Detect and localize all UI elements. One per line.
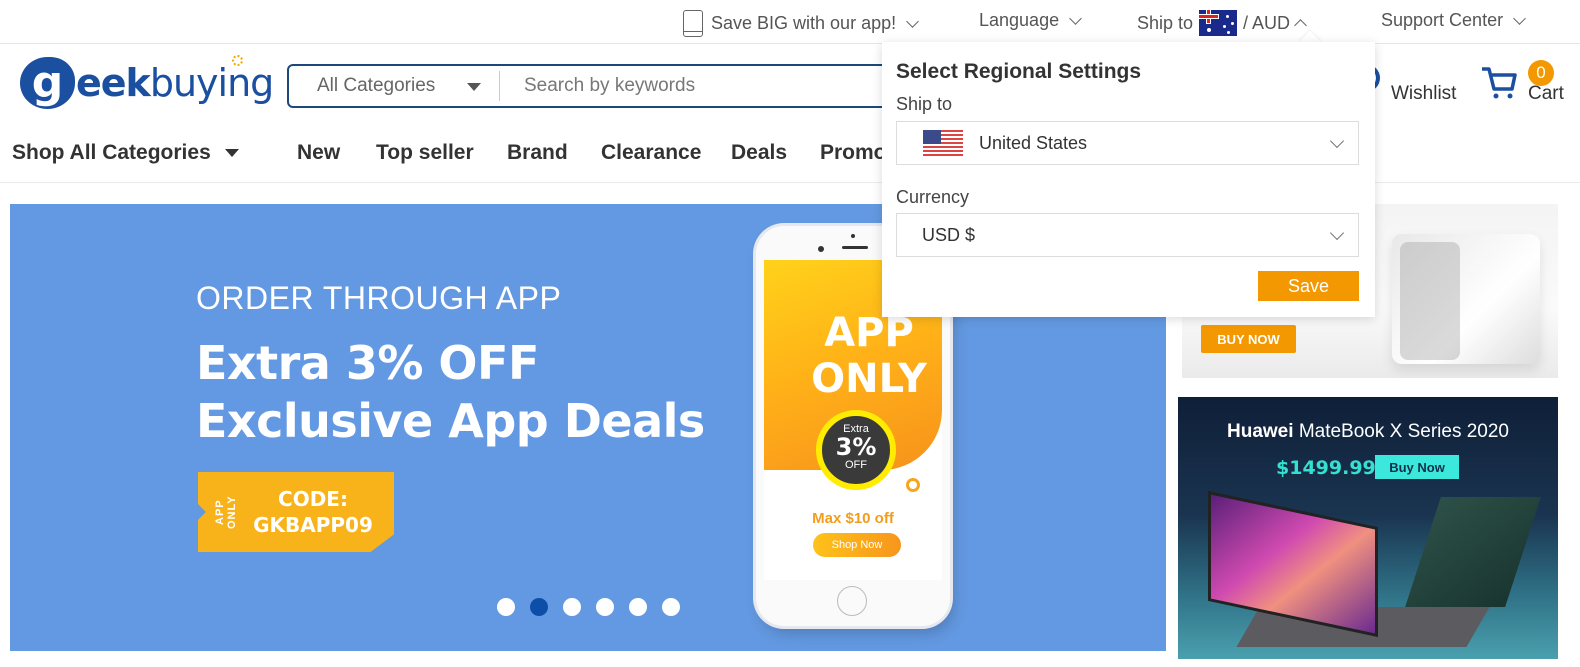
currency-label: / AUD bbox=[1243, 12, 1291, 33]
carousel-dot[interactable] bbox=[497, 598, 515, 616]
language-label: Language bbox=[979, 10, 1060, 30]
carousel-dot[interactable] bbox=[596, 598, 614, 616]
discount-badge: Extra 3% OFF bbox=[816, 410, 896, 490]
nav-clearance[interactable]: Clearance bbox=[601, 141, 701, 165]
search-input[interactable] bbox=[500, 66, 925, 106]
category-select-value: All Categories bbox=[317, 75, 436, 96]
chevron-down-icon bbox=[1329, 133, 1345, 149]
nav-deals[interactable]: Deals bbox=[731, 141, 787, 165]
ship-to-select[interactable]: United States bbox=[896, 121, 1359, 165]
tablet-icon bbox=[683, 10, 703, 37]
cart-label: Cart bbox=[1528, 83, 1564, 104]
laptop-back-image bbox=[1405, 497, 1541, 607]
save-button[interactable]: Save bbox=[1258, 271, 1359, 301]
shop-now-graphic: Shop Now bbox=[813, 533, 901, 557]
geekbuying-logo[interactable]: g eekbuying bbox=[20, 55, 274, 109]
chevron-down-icon bbox=[1329, 225, 1345, 241]
huawei-buy-now-button[interactable]: Buy Now bbox=[1375, 455, 1459, 479]
carousel-dot[interactable] bbox=[629, 598, 647, 616]
chevron-up-icon bbox=[1294, 19, 1307, 32]
currency-select-value: USD $ bbox=[922, 224, 976, 245]
ship-to-menu[interactable]: Ship to / AUD bbox=[1137, 10, 1307, 36]
app-promo-label: Save BIG with our app! bbox=[711, 13, 897, 33]
carousel-dot[interactable] bbox=[563, 598, 581, 616]
nav-brand[interactable]: Brand bbox=[507, 141, 568, 165]
category-select[interactable]: All Categories bbox=[289, 66, 499, 106]
phone-home-button bbox=[837, 586, 867, 616]
coupon-side-label: APP ONLY bbox=[214, 495, 238, 529]
top-bar: Save BIG with our app! Language Ship to … bbox=[0, 0, 1580, 44]
search-bar: All Categories bbox=[287, 64, 927, 108]
carousel-dots bbox=[497, 598, 680, 616]
chevron-down-icon bbox=[1069, 11, 1082, 25]
banner-title: Extra 3% OFF Exclusive App Deals bbox=[196, 336, 705, 448]
ship-to-field-label: Ship to bbox=[896, 94, 953, 114]
ship-to-select-value: United States bbox=[979, 132, 1088, 153]
logo-mark: g bbox=[20, 57, 75, 109]
laptop-screen-image bbox=[1208, 490, 1378, 638]
nav-top-seller[interactable]: Top seller bbox=[376, 141, 474, 165]
nav-shop-all-categories[interactable]: Shop All Categories bbox=[12, 141, 239, 165]
nav-promo[interactable]: Promo bbox=[820, 141, 887, 165]
huawei-banner-title: Huawei MateBook X Series 2020 bbox=[1227, 421, 1509, 442]
currency-select[interactable]: USD $ bbox=[896, 213, 1359, 257]
support-center-label: Support Center bbox=[1381, 10, 1504, 30]
nav-new[interactable]: New bbox=[297, 141, 340, 165]
popup-title: Select Regional Settings bbox=[896, 60, 1142, 83]
regional-settings-popup: Select Regional Settings Ship to United … bbox=[882, 42, 1375, 317]
carousel-dot-active[interactable] bbox=[530, 598, 548, 616]
phone-headline: APP ONLY bbox=[811, 310, 927, 402]
decorative-ring bbox=[906, 478, 920, 492]
chevron-down-icon bbox=[906, 14, 919, 28]
cart-icon bbox=[1482, 67, 1517, 99]
huawei-price: $1499.99 bbox=[1276, 457, 1376, 479]
wishlist-link[interactable]: Wishlist bbox=[1391, 83, 1456, 105]
language-menu[interactable]: Language bbox=[979, 10, 1082, 31]
us-flag-icon bbox=[923, 130, 963, 156]
coupon-code: CODE: GKBAPP09 bbox=[253, 487, 373, 537]
currency-field-label: Currency bbox=[896, 187, 970, 207]
printer-image bbox=[1392, 234, 1540, 364]
max-discount-text: Max $10 off bbox=[812, 510, 894, 527]
ship-to-label: Ship to bbox=[1137, 12, 1194, 33]
australia-flag-icon bbox=[1199, 10, 1238, 36]
chevron-down-icon bbox=[1513, 11, 1526, 25]
side-banner-huawei[interactable]: Huawei MateBook X Series 2020 $1499.99 B… bbox=[1178, 397, 1558, 659]
banner-subtitle: ORDER THROUGH APP bbox=[196, 280, 562, 316]
caret-down-icon bbox=[224, 149, 239, 158]
carousel-dot[interactable] bbox=[662, 598, 680, 616]
app-promo-menu[interactable]: Save BIG with our app! bbox=[683, 10, 919, 37]
buy-now-button[interactable]: BUY NOW bbox=[1201, 325, 1296, 353]
caret-down-icon bbox=[467, 83, 481, 91]
coupon-ticket: APP ONLY CODE: GKBAPP09 bbox=[198, 472, 394, 552]
logo-wordmark: eekbuying bbox=[76, 55, 274, 105]
support-center-menu[interactable]: Support Center bbox=[1381, 10, 1526, 31]
